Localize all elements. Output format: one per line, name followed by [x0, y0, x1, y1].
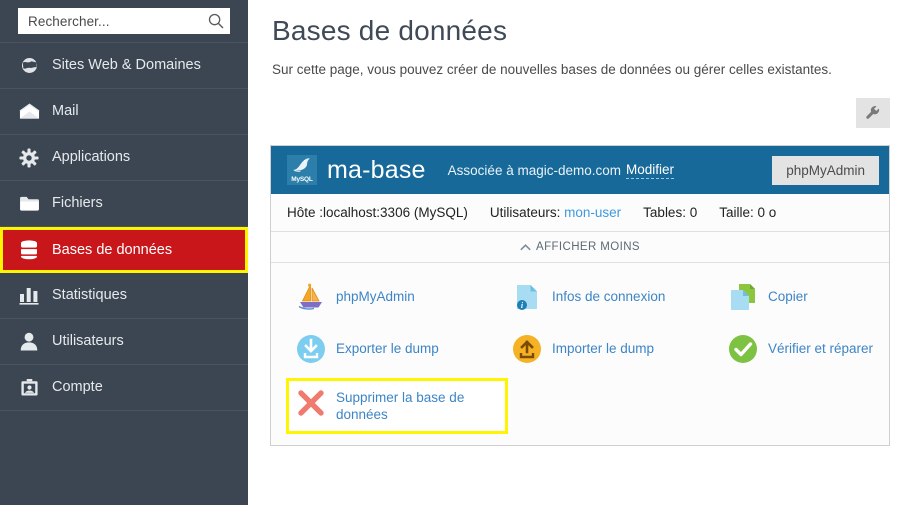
search-icon[interactable] — [208, 13, 224, 29]
bar-chart-icon — [18, 285, 40, 307]
action-label: Exporter le dump — [336, 341, 439, 356]
sidebar-item-compte[interactable]: Compte — [0, 365, 248, 411]
action-supprimer-la-base-de-donnees[interactable]: Supprimer la base de données — [286, 378, 508, 434]
document-info-icon: i — [511, 281, 543, 313]
sidebar-item-label: Statistiques — [52, 287, 127, 304]
red-cross-icon — [295, 387, 327, 419]
action-label: Infos de connexion — [552, 289, 666, 304]
sidebar: Rechercher... Sites Web & Domaines Mail … — [0, 0, 248, 505]
show-less-label: AFFICHER MOINS — [536, 241, 640, 253]
check-circle-icon — [727, 333, 759, 365]
main-content: Bases de données Sur cette page, vous po… — [248, 0, 922, 505]
envelope-icon — [18, 101, 40, 123]
dolphin-glyph — [291, 157, 312, 178]
plesk-databases-page: Rechercher... Sites Web & Domaines Mail … — [0, 0, 922, 505]
database-user-link[interactable]: mon-user — [564, 205, 621, 220]
sidebar-item-fichiers[interactable]: Fichiers — [0, 181, 248, 227]
action-copier[interactable]: Copier — [721, 277, 922, 317]
globe-icon — [18, 55, 40, 77]
sidebar-item-label: Mail — [52, 103, 79, 120]
action-label: Copier — [768, 289, 808, 304]
page-subtitle: Sur cette page, vous pouvez créer de nou… — [272, 62, 832, 77]
database-actions: phpMyAdmin i Infos de connexion Copier E… — [271, 263, 889, 445]
sidebar-item-label: Bases de données — [52, 241, 173, 258]
database-card: MySQL ma-base Associée à magic-demo.com … — [270, 145, 890, 446]
sidebar-item-statistiques[interactable]: Statistiques — [0, 273, 248, 319]
sidebar-item-label: Fichiers — [52, 195, 103, 212]
database-users: Utilisateurs: mon-user — [490, 205, 621, 220]
database-tables-count: Tables: 0 — [643, 205, 698, 220]
sidebar-item-utilisateurs[interactable]: Utilisateurs — [0, 319, 248, 365]
upload-circle-icon — [511, 333, 543, 365]
mysql-logo-icon: MySQL — [287, 155, 317, 185]
modify-link[interactable]: Modifier — [626, 162, 675, 179]
chevron-up-icon — [520, 243, 531, 251]
action-label: Importer le dump — [552, 341, 655, 356]
action-label: Vérifier et réparer — [768, 341, 874, 356]
sidebar-search-area: Rechercher... — [0, 0, 248, 42]
actions-row-2: Exporter le dump Importer le dump Vérifi… — [271, 329, 889, 381]
sidebar-item-label: Sites Web & Domaines — [52, 57, 201, 74]
database-name: ma-base — [327, 155, 426, 184]
sidebar-nav: Sites Web & Domaines Mail Applications F… — [0, 42, 248, 411]
sidebar-item-label: Compte — [52, 379, 103, 396]
briefcase-icon — [18, 377, 40, 399]
database-icon — [18, 239, 40, 261]
phpmyadmin-boat-icon — [295, 281, 327, 313]
sidebar-item-mail[interactable]: Mail — [0, 89, 248, 135]
search-placeholder: Rechercher... — [28, 13, 110, 29]
database-association-text: Associée à magic-demo.com — [447, 162, 621, 178]
folder-icon — [18, 193, 40, 215]
database-card-header: MySQL ma-base Associée à magic-demo.com … — [271, 146, 889, 194]
sidebar-item-bases-de-donnees[interactable]: Bases de données — [0, 227, 248, 273]
download-circle-icon — [295, 333, 327, 365]
sidebar-item-sites-web-domaines[interactable]: Sites Web & Domaines — [0, 43, 248, 89]
database-users-label: Utilisateurs: — [489, 205, 561, 220]
actions-row-3: Supprimer la base de données — [271, 378, 889, 434]
actions-row-1: phpMyAdmin i Infos de connexion Copier — [271, 277, 889, 329]
database-host: Hôte :localhost:3306 (MySQL) — [287, 205, 468, 220]
action-infos-de-connexion[interactable]: i Infos de connexion — [505, 277, 721, 317]
action-label: Supprimer la base de données — [336, 390, 465, 422]
phpmyadmin-button[interactable]: phpMyAdmin — [772, 155, 879, 185]
gear-icon — [18, 147, 40, 169]
page-title: Bases de données — [272, 15, 508, 46]
sidebar-item-applications[interactable]: Applications — [0, 135, 248, 181]
tools-button[interactable] — [856, 98, 890, 128]
action-verifier-et-reparer[interactable]: Vérifier et réparer — [721, 329, 922, 369]
sidebar-item-label: Applications — [52, 149, 131, 166]
database-size: Taille: 0 o — [719, 205, 777, 220]
wrench-icon — [865, 105, 881, 121]
database-info-row: Hôte :localhost:3306 (MySQL) Utilisateur… — [271, 194, 889, 232]
user-icon — [18, 331, 40, 353]
action-label: phpMyAdmin — [336, 289, 415, 304]
search-input[interactable]: Rechercher... — [18, 8, 230, 34]
copy-documents-icon — [727, 281, 759, 313]
sidebar-item-label: Utilisateurs — [52, 333, 124, 350]
action-importer-le-dump[interactable]: Importer le dump — [505, 329, 721, 369]
action-phpmyadmin[interactable]: phpMyAdmin — [289, 277, 505, 317]
action-exporter-le-dump[interactable]: Exporter le dump — [289, 329, 505, 369]
show-less-toggle[interactable]: AFFICHER MOINS — [271, 232, 889, 263]
